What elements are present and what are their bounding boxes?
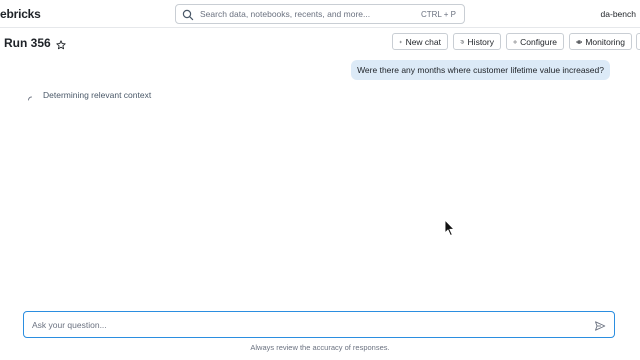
history-icon [460,39,464,44]
search-icon [182,8,194,21]
new-chat-label: New chat [405,36,441,47]
gear-icon [513,39,517,44]
more-options-button[interactable] [636,33,640,50]
send-icon[interactable] [594,319,606,331]
brand-logo-text[interactable]: ebricks [0,7,41,21]
new-chat-button[interactable]: New chat [392,33,448,50]
configure-label: Configure [520,36,557,47]
spinner-icon [27,91,33,101]
eye-icon [576,39,583,44]
search-shortcut-hint: CTRL + P [420,9,456,19]
accuracy-disclaimer: Always review the accuracy of responses. [250,343,390,352]
question-composer[interactable] [23,311,615,338]
question-input[interactable] [32,319,594,330]
history-button[interactable]: History [453,33,501,50]
global-search-box[interactable]: Search data, notebooks, recents, and mor… [175,4,465,24]
monitoring-label: Monitoring [585,36,625,47]
top-navigation-bar: ebricks Search data, notebooks, recents,… [0,0,640,28]
mouse-cursor-icon [444,219,456,237]
plus-icon [399,40,403,43]
page-header: Run 356 New chat History Configure Monit… [0,30,640,54]
monitoring-button[interactable]: Monitoring [569,33,632,50]
configure-button[interactable]: Configure [506,33,564,50]
user-message-bubble: Were there any months where customer lif… [351,60,610,80]
history-label: History [467,36,494,47]
assistant-status: Determining relevant context [27,90,152,101]
search-placeholder: Search data, notebooks, recents, and mor… [200,9,371,19]
workspace-name[interactable]: da-bench [601,9,636,19]
star-icon[interactable] [56,37,66,50]
status-text: Determining relevant context [43,90,152,100]
page-title: Run 356 [4,36,51,50]
